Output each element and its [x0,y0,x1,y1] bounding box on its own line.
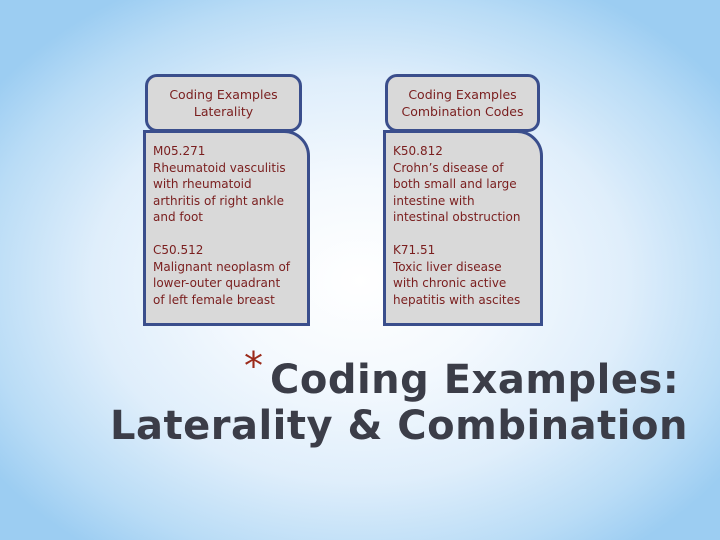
code-description-line: hepatitis with ascites [393,292,521,307]
code-description-line: with chronic active [393,276,507,291]
code-entry: K71.51 Toxic liver disease with chronic … [393,242,532,308]
combination-examples-box: K50.812 Crohn’s disease of both small an… [383,130,543,326]
code-description-line: Crohn’s disease of [393,160,504,175]
code-description-line: arthritis of right ankle [153,193,284,208]
code-description-line: Toxic liver disease [393,259,502,274]
header-line: Combination Codes [401,104,524,119]
laterality-examples-box: M05.271 Rheumatoid vasculitis with rheum… [143,130,310,326]
code-description-line: both small and large [393,177,517,192]
laterality-header-box: Coding Examples Laterality [145,74,302,132]
header-line: Laterality [193,104,254,119]
title-line-1: Coding Examples: [270,357,680,403]
code-description-line: of left female breast [153,292,275,307]
code-description-line: lower-outer quadrant [153,276,281,291]
header-line: Coding Examples [408,87,517,102]
code-description-line: Rheumatoid vasculitis [153,160,286,175]
code-entry: C50.512 Malignant neoplasm of lower-oute… [153,242,299,308]
code-description-line: and foot [153,210,204,225]
code-description-line: Malignant neoplasm of [153,259,291,274]
code-value: M05.271 [153,144,206,158]
code-value: K50.812 [393,144,443,158]
code-description-line: with rheumatoid [153,177,252,192]
combination-header-box: Coding Examples Combination Codes [385,74,540,132]
code-entry: M05.271 Rheumatoid vasculitis with rheum… [153,143,299,226]
slide: Coding Examples Laterality M05.271 Rheum… [0,0,720,540]
header-line: Coding Examples [169,87,278,102]
code-value: K71.51 [393,242,436,257]
title-line-2: Laterality & Combination [110,403,688,449]
code-value: C50.512 [153,242,204,257]
code-entry: K50.812 Crohn’s disease of both small an… [393,143,532,226]
header-text: Coding Examples Laterality [169,86,277,120]
code-description-line: intestine with [393,193,475,208]
code-description-line: intestinal obstruction [393,210,521,225]
asterisk-bullet-icon: * [244,344,264,388]
header-text: Coding Examples Combination Codes [402,86,524,120]
